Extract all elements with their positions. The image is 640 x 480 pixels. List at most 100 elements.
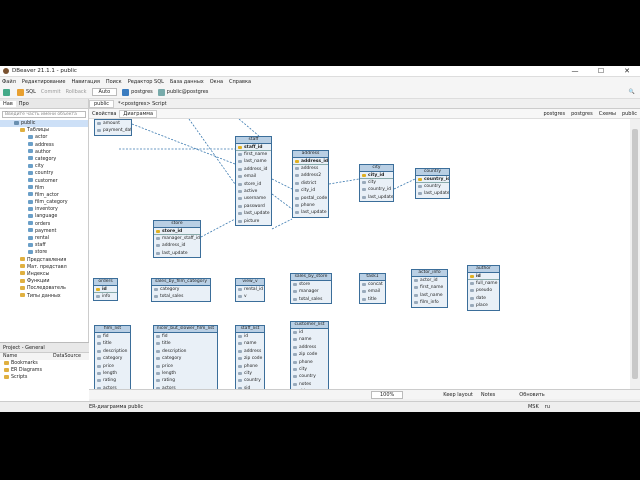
search-icon[interactable]: 🔍 xyxy=(629,89,635,95)
tree-table-actor[interactable]: actor xyxy=(0,134,88,141)
menu-database[interactable]: База данных xyxy=(170,79,204,85)
subtab-properties[interactable]: Свойства xyxy=(89,111,119,117)
transaction-mode-select[interactable]: Auto xyxy=(91,88,118,96)
table-icon xyxy=(28,249,33,254)
refresh-button[interactable]: Обновить xyxy=(519,392,544,398)
tree-table-film_category[interactable]: film_category xyxy=(0,199,88,206)
project-item-bookmarks[interactable]: Bookmarks xyxy=(4,360,89,367)
context-db-2[interactable]: postgres xyxy=(568,111,596,117)
folder-icon xyxy=(20,127,25,132)
tree-folder-other[interactable]: Представления xyxy=(0,257,88,264)
tree-table-category[interactable]: category xyxy=(0,156,88,163)
context-schemas[interactable]: Схемы xyxy=(596,111,619,117)
tree-folder-other[interactable]: Мат. представл xyxy=(0,264,88,271)
keep-layout-toggle[interactable]: Keep layout xyxy=(443,392,473,398)
tree-table-inventory[interactable]: inventory xyxy=(0,206,88,213)
er-table-sales-by-store[interactable]: sales_by_store store manager total_sales xyxy=(290,273,332,305)
tree-folder-other[interactable]: Функции xyxy=(0,278,88,285)
tree-table-address[interactable]: address xyxy=(0,142,88,149)
tree-table-staff[interactable]: staff xyxy=(0,242,88,249)
tree-table-payment[interactable]: payment xyxy=(0,228,88,235)
er-column: price xyxy=(95,363,130,370)
zoom-select[interactable]: 100% xyxy=(371,390,404,399)
tab-script[interactable]: *<postgres> Script xyxy=(114,101,171,107)
col-name-header[interactable]: Name xyxy=(3,354,53,359)
tab-navigator[interactable]: Нав xyxy=(0,100,16,107)
relationship-line xyxy=(271,178,293,190)
tree-table-rental[interactable]: rental xyxy=(0,235,88,242)
er-table-film-list[interactable]: film_list fid title description category pric… xyxy=(94,325,131,394)
menu-help[interactable]: Справка xyxy=(229,79,251,85)
tree-folder-other[interactable]: Индексы xyxy=(0,271,88,278)
er-table-actor-info[interactable]: actor_info actor_id first_name last_name fil… xyxy=(411,269,448,308)
er-column: date xyxy=(468,295,499,302)
project-item-scripts[interactable]: Scripts xyxy=(4,374,89,381)
context-public[interactable]: public xyxy=(619,111,640,117)
project-item-er-diagrams[interactable]: ER Diagrams xyxy=(4,367,89,374)
tree-table-country[interactable]: country xyxy=(0,170,88,177)
subtab-diagram[interactable]: Диаграмма xyxy=(119,109,158,118)
er-table-store[interactable]: store store_id manager_staff_id address_id l… xyxy=(153,220,201,259)
er-table-city[interactable]: city city_id city country_id last_update xyxy=(359,164,394,203)
menu-navigate[interactable]: Навигация xyxy=(71,79,99,85)
tree-table-store[interactable]: store xyxy=(0,249,88,256)
er-table-sales-by-film-category[interactable]: sales_by_film_category category total_sale… xyxy=(151,278,211,302)
tree-table-city[interactable]: city xyxy=(0,163,88,170)
er-table-nicer-but-slower-film-list[interactable]: nicer_but_slower_film_list fid title descri… xyxy=(153,325,218,394)
relationship-line xyxy=(393,178,416,190)
er-column: rental_id xyxy=(236,286,264,293)
menu-sql-editor[interactable]: Редактор SQL xyxy=(128,79,164,85)
window-title: DBeaver 21.1.1 - public xyxy=(12,68,77,74)
tree-table-film[interactable]: film xyxy=(0,185,88,192)
menu-search[interactable]: Поиск xyxy=(106,79,122,85)
er-table-country[interactable]: country country_id country last_update xyxy=(415,168,450,199)
rollback-button[interactable]: Rollback xyxy=(66,89,87,95)
er-column: amount xyxy=(95,120,131,127)
tree-table-language[interactable]: language xyxy=(0,213,88,220)
menu-file[interactable]: Файл xyxy=(2,79,16,85)
new-connection-button[interactable] xyxy=(3,88,12,96)
er-table-view-v[interactable]: view_v rental_id v xyxy=(235,278,265,302)
sql-button[interactable]: SQL xyxy=(17,88,36,96)
tree-table-author[interactable]: author xyxy=(0,149,88,156)
project-title: Project - General xyxy=(3,344,45,351)
context-db-1[interactable]: postgres xyxy=(540,111,568,117)
tree-folder-other[interactable]: Последователь xyxy=(0,285,88,292)
er-column: address xyxy=(291,344,328,351)
er-table-header: task1 xyxy=(360,274,385,281)
minimize-button[interactable]: — xyxy=(562,67,588,75)
er-table-orders[interactable]: orders id info xyxy=(93,278,118,302)
tab-projects[interactable]: Про xyxy=(16,101,32,107)
scroll-thumb[interactable] xyxy=(632,129,638,379)
navigator-filter-input[interactable]: Введите часть имени объекта xyxy=(2,111,86,118)
maximize-button[interactable]: ☐ xyxy=(588,67,614,75)
er-table-staff-list[interactable]: staff_list id name address zip code phone city… xyxy=(235,325,265,394)
er-table-address[interactable]: address address_id address address2 district… xyxy=(292,150,329,218)
active-schema-select[interactable]: public@postgres xyxy=(157,88,208,96)
er-column: id xyxy=(236,333,264,340)
er-table-payment-partial[interactable]: amountpayment_date xyxy=(94,119,132,136)
tree-schema-public[interactable]: public xyxy=(0,120,88,128)
active-db-select[interactable]: postgres xyxy=(122,88,153,96)
er-table-task1[interactable]: task1 concat email title xyxy=(359,273,386,305)
er-table-staff[interactable]: staff staff_id first_name last_name address_… xyxy=(235,136,272,226)
close-button[interactable]: ✕ xyxy=(614,67,640,75)
er-diagram-canvas[interactable]: amountpayment_date staffstaff_idfirst_nam… xyxy=(89,119,630,397)
col-datasource-header[interactable]: DataSource xyxy=(53,354,81,359)
er-table-author[interactable]: author id full_name pseudo date place xyxy=(467,265,500,311)
commit-button[interactable]: Commit xyxy=(41,89,61,95)
er-primary-key: staff_id xyxy=(236,144,271,151)
tree-table-orders[interactable]: orders xyxy=(0,221,88,228)
menu-edit[interactable]: Редактирование xyxy=(22,79,66,85)
er-table-customer-list[interactable]: customer_list id name address zip code phone c… xyxy=(290,321,329,397)
tree-folder-other[interactable]: Типы данных xyxy=(0,293,88,300)
database-icon xyxy=(122,88,130,96)
vertical-scrollbar[interactable] xyxy=(630,119,640,389)
tree-table-film_actor[interactable]: film_actor xyxy=(0,192,88,199)
tree-folder-tables[interactable]: Таблицы xyxy=(0,127,88,134)
editor-subtabs: Свойства Диаграмма postgres postgres Схе… xyxy=(89,109,640,119)
tab-public[interactable]: public xyxy=(89,99,115,108)
notes-button[interactable]: Notes xyxy=(481,392,495,398)
tree-table-customer[interactable]: customer xyxy=(0,178,88,185)
menu-window[interactable]: Окна xyxy=(210,79,223,85)
